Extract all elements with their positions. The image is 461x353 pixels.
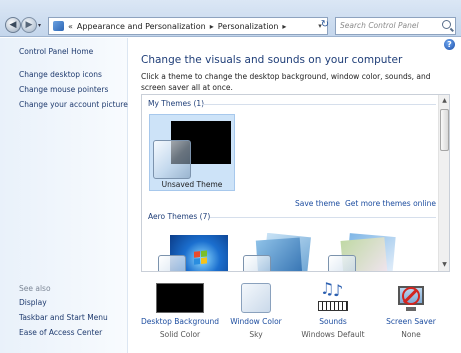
theme-list-scrollbar[interactable]: ▲ ▼ (438, 95, 449, 271)
theme-tile-unsaved[interactable]: Unsaved Theme (149, 114, 235, 191)
desktop-background-icon (156, 283, 204, 313)
theme-tile-aero-3[interactable] (320, 233, 400, 271)
desktop-background-value: Solid Color (159, 330, 201, 339)
search-icon[interactable] (442, 20, 451, 29)
screen-saver-option[interactable]: Screen Saver None (380, 283, 442, 339)
window-color-option[interactable]: Window Color Sky (226, 283, 286, 339)
sounds-value: Windows Default (301, 330, 365, 339)
page-title: Change the visuals and sounds on your co… (141, 54, 403, 66)
refresh-icon[interactable]: ↻ (318, 19, 332, 33)
scroll-down-icon[interactable]: ▼ (440, 261, 449, 269)
screen-saver-label: Screen Saver (386, 317, 436, 326)
desktop-background-option[interactable]: Desktop Background Solid Color (140, 283, 220, 339)
get-more-themes-link[interactable]: Get more themes online (345, 199, 436, 208)
recent-pages-dropdown[interactable]: ▾ (38, 22, 41, 29)
search-placeholder: Search Control Panel (340, 21, 419, 30)
address-bar[interactable]: « Appearance and Personalization ▸ Perso… (48, 17, 328, 35)
sidebar-item-display[interactable]: Display (19, 298, 47, 307)
sidebar-item-ease-of-access[interactable]: Ease of Access Center (19, 328, 102, 337)
prohibited-icon (402, 287, 420, 305)
theme-name: Unsaved Theme (161, 180, 223, 189)
see-also-heading: See also (19, 284, 51, 293)
divider (210, 217, 436, 218)
theme-tile-aero-2[interactable] (235, 233, 315, 271)
divider (202, 104, 436, 105)
window-color-icon (241, 283, 271, 313)
theme-window-preview (328, 255, 356, 271)
left-pane: Control Panel Home Change desktop icons … (0, 38, 128, 353)
desktop-background-label: Desktop Background (140, 317, 220, 326)
control-panel-icon (53, 21, 64, 31)
sounds-option[interactable]: ♫ ♪ Sounds Windows Default (298, 279, 368, 339)
theme-window-preview (153, 140, 191, 179)
help-icon[interactable]: ? (444, 39, 455, 50)
sidebar-item-change-desktop-icons[interactable]: Change desktop icons (19, 70, 102, 79)
page-description: Click a theme to change the desktop back… (141, 72, 431, 92)
breadcrumb-overflow[interactable]: « (68, 22, 73, 31)
window-color-label: Window Color (230, 317, 282, 326)
aero-themes-heading: Aero Themes (7) (148, 212, 211, 221)
sounds-label: Sounds (319, 317, 347, 326)
sidebar-item-control-panel-home[interactable]: Control Panel Home (19, 47, 93, 56)
theme-window-preview (158, 255, 186, 271)
theme-tile-aero-windows[interactable] (150, 233, 230, 271)
scrollbar-thumb[interactable] (440, 109, 449, 151)
breadcrumb-separator[interactable]: ▸ (282, 22, 286, 31)
theme-list: My Themes (1) Unsaved Theme Save theme G… (141, 94, 450, 272)
monitor-stand (406, 307, 416, 311)
back-button[interactable]: ◀ (5, 17, 21, 33)
breadcrumb-separator[interactable]: ▸ (210, 22, 214, 31)
breadcrumb-personalization[interactable]: Personalization (218, 22, 279, 31)
navigation-bar: ◀ ▶ ▾ « Appearance and Personalization ▸… (0, 0, 461, 37)
forward-arrow-icon: ▶ (25, 20, 33, 30)
my-themes-heading: My Themes (1) (148, 99, 205, 108)
windows-logo-icon (194, 250, 208, 266)
keyboard-icon (318, 301, 348, 311)
save-theme-link[interactable]: Save theme (295, 199, 340, 208)
forward-button[interactable]: ▶ (21, 17, 37, 33)
music-note-icon: ♪ (333, 281, 344, 300)
back-arrow-icon: ◀ (9, 20, 17, 30)
screen-saver-value: None (401, 330, 421, 339)
screen-saver-icon (395, 283, 427, 313)
sounds-icon: ♫ ♪ (316, 279, 350, 313)
sidebar-item-change-account-picture[interactable]: Change your account picture (19, 100, 128, 109)
scroll-up-icon[interactable]: ▲ (440, 97, 449, 105)
sidebar-item-taskbar-start-menu[interactable]: Taskbar and Start Menu (19, 313, 108, 322)
search-input[interactable]: Search Control Panel (335, 17, 456, 35)
sidebar-item-change-mouse-pointers[interactable]: Change mouse pointers (19, 85, 108, 94)
window-color-value: Sky (249, 330, 263, 339)
breadcrumb-appearance[interactable]: Appearance and Personalization (77, 22, 206, 31)
theme-window-preview (243, 255, 271, 271)
